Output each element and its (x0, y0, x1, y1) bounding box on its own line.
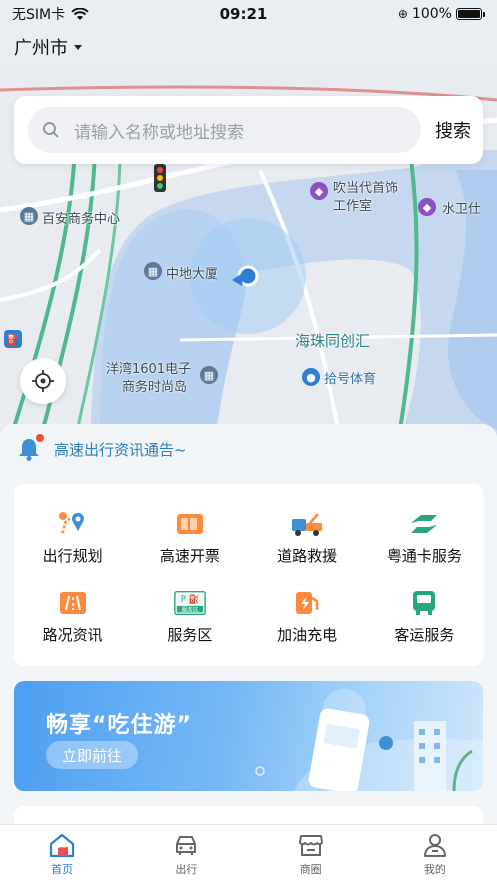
city-selector[interactable]: 广州市 (14, 34, 82, 60)
carrier-text: 无SIM卡 (12, 7, 66, 23)
caret-down-icon (74, 44, 82, 50)
passenger-transport-icon (407, 588, 441, 618)
service-fuel-charge[interactable]: 加油充电 (249, 577, 366, 656)
city-name: 广州市 (14, 38, 68, 59)
promo-banner[interactable]: 畅享“吃住游” 立即前往 (14, 681, 483, 791)
status-bar: 无SIM卡 09:21 ⊕ 100% (0, 0, 497, 28)
building-icon: ▦ (200, 366, 218, 384)
tab-label: 我的 (423, 862, 446, 876)
bottom-sheet: 高速出行资讯通告~ 出行规划 高速开票 道路救援 粤通卡服务 路况资讯 P ⛽ … (0, 424, 497, 836)
service-area-icon: P ⛽ 服务区 (173, 588, 207, 618)
search-placeholder: 请输入名称或地址搜索 (74, 122, 244, 143)
notice-bar[interactable]: 高速出行资讯通告~ (16, 434, 187, 462)
map-label-yangwan-2: 商务时尚岛 (122, 380, 188, 395)
service-label: 客运服务 (394, 626, 455, 644)
service-label: 加油充电 (277, 626, 338, 644)
search-button[interactable]: 搜索 (435, 117, 471, 143)
tow-truck-icon (290, 509, 324, 539)
locate-button[interactable] (20, 358, 66, 404)
tab-travel[interactable]: 出行 (124, 825, 248, 883)
service-label: 服务区 (167, 626, 213, 644)
home-icon (50, 833, 75, 857)
service-road-rescue[interactable]: 道路救援 (249, 498, 366, 577)
map-label-baian: 百安商务中心 (42, 212, 121, 227)
search-card: 请输入名称或地址搜索 搜索 (14, 96, 483, 164)
tab-bar: 首页 出行 商圈 我的 (0, 824, 497, 883)
shop-poi-icon: ◆ (418, 198, 436, 216)
shop-poi-icon: ◆ (310, 182, 328, 200)
road-info-icon (56, 588, 90, 618)
notice-text: 高速出行资讯通告~ (54, 440, 187, 459)
service-invoice[interactable]: 高速开票 (131, 498, 248, 577)
orientation-lock-icon: ⊕ (397, 7, 408, 21)
gas-station-icon: ⛽ (4, 330, 22, 348)
notification-dot (36, 434, 44, 442)
map-label-jewelry-1: 吹当代首饰 (333, 181, 399, 196)
clock: 09:21 (219, 5, 268, 23)
banner-title: 畅享“吃住游” (46, 713, 192, 738)
tab-label: 商圈 (299, 862, 322, 876)
map-label-yangwan-1: 洋湾1601电子 (106, 362, 192, 377)
service-label: 道路救援 (277, 547, 338, 565)
fuel-charge-icon (290, 588, 324, 618)
bell-icon (16, 434, 44, 462)
invoice-icon (173, 509, 207, 539)
tab-mine[interactable]: 我的 (373, 825, 497, 883)
battery-icon (455, 8, 482, 20)
tab-business[interactable]: 商圈 (249, 825, 373, 883)
battery-percent: 100% (411, 6, 452, 22)
service-service-area[interactable]: P ⛽ 服务区 服务区 (131, 577, 248, 656)
service-yuetong-card[interactable]: 粤通卡服务 (366, 498, 483, 577)
building-icon: ▦ (144, 262, 162, 280)
service-label: 粤通卡服务 (386, 547, 462, 565)
wifi-icon (71, 7, 89, 20)
search-input[interactable]: 请输入名称或地址搜索 (28, 107, 421, 153)
shop-icon (298, 834, 323, 856)
crosshair-icon (32, 370, 54, 392)
service-label: 出行规划 (42, 547, 103, 565)
service-passenger-transport[interactable]: 客运服务 (366, 577, 483, 656)
map-label-jewelry-2: 工作室 (333, 199, 373, 214)
service-route-planning[interactable]: 出行规划 (14, 498, 131, 577)
svg-text:P ⛽: P ⛽ (181, 594, 200, 605)
tab-home[interactable]: 首页 (0, 825, 124, 883)
map-label-zhongdi: 中地大厦 (166, 267, 219, 282)
tab-label: 首页 (51, 862, 74, 876)
service-label: 路况资讯 (42, 626, 103, 644)
service-label: 高速开票 (159, 547, 220, 565)
service-grid: 出行规划 高速开票 道路救援 粤通卡服务 路况资讯 P ⛽ 服务区 服务区 加油… (14, 484, 483, 666)
building-icon: ▦ (20, 207, 38, 225)
banner-go-button[interactable]: 立即前往 (46, 741, 139, 769)
map-label-haizhu: 海珠同创汇 (295, 332, 371, 350)
service-road-info[interactable]: 路况资讯 (14, 577, 131, 656)
route-planning-icon (56, 509, 90, 539)
service-area-badge: 服务区 (181, 606, 198, 614)
yuetong-card-icon (407, 509, 441, 539)
map-label-sports: 拾号体育 (324, 372, 377, 387)
search-icon (43, 122, 59, 138)
tab-label: 出行 (175, 862, 198, 876)
user-icon (423, 833, 446, 857)
sports-poi-icon: ● (302, 368, 320, 386)
map-label-shuiweishi: 水卫仕 (442, 202, 482, 217)
car-icon (176, 835, 197, 855)
